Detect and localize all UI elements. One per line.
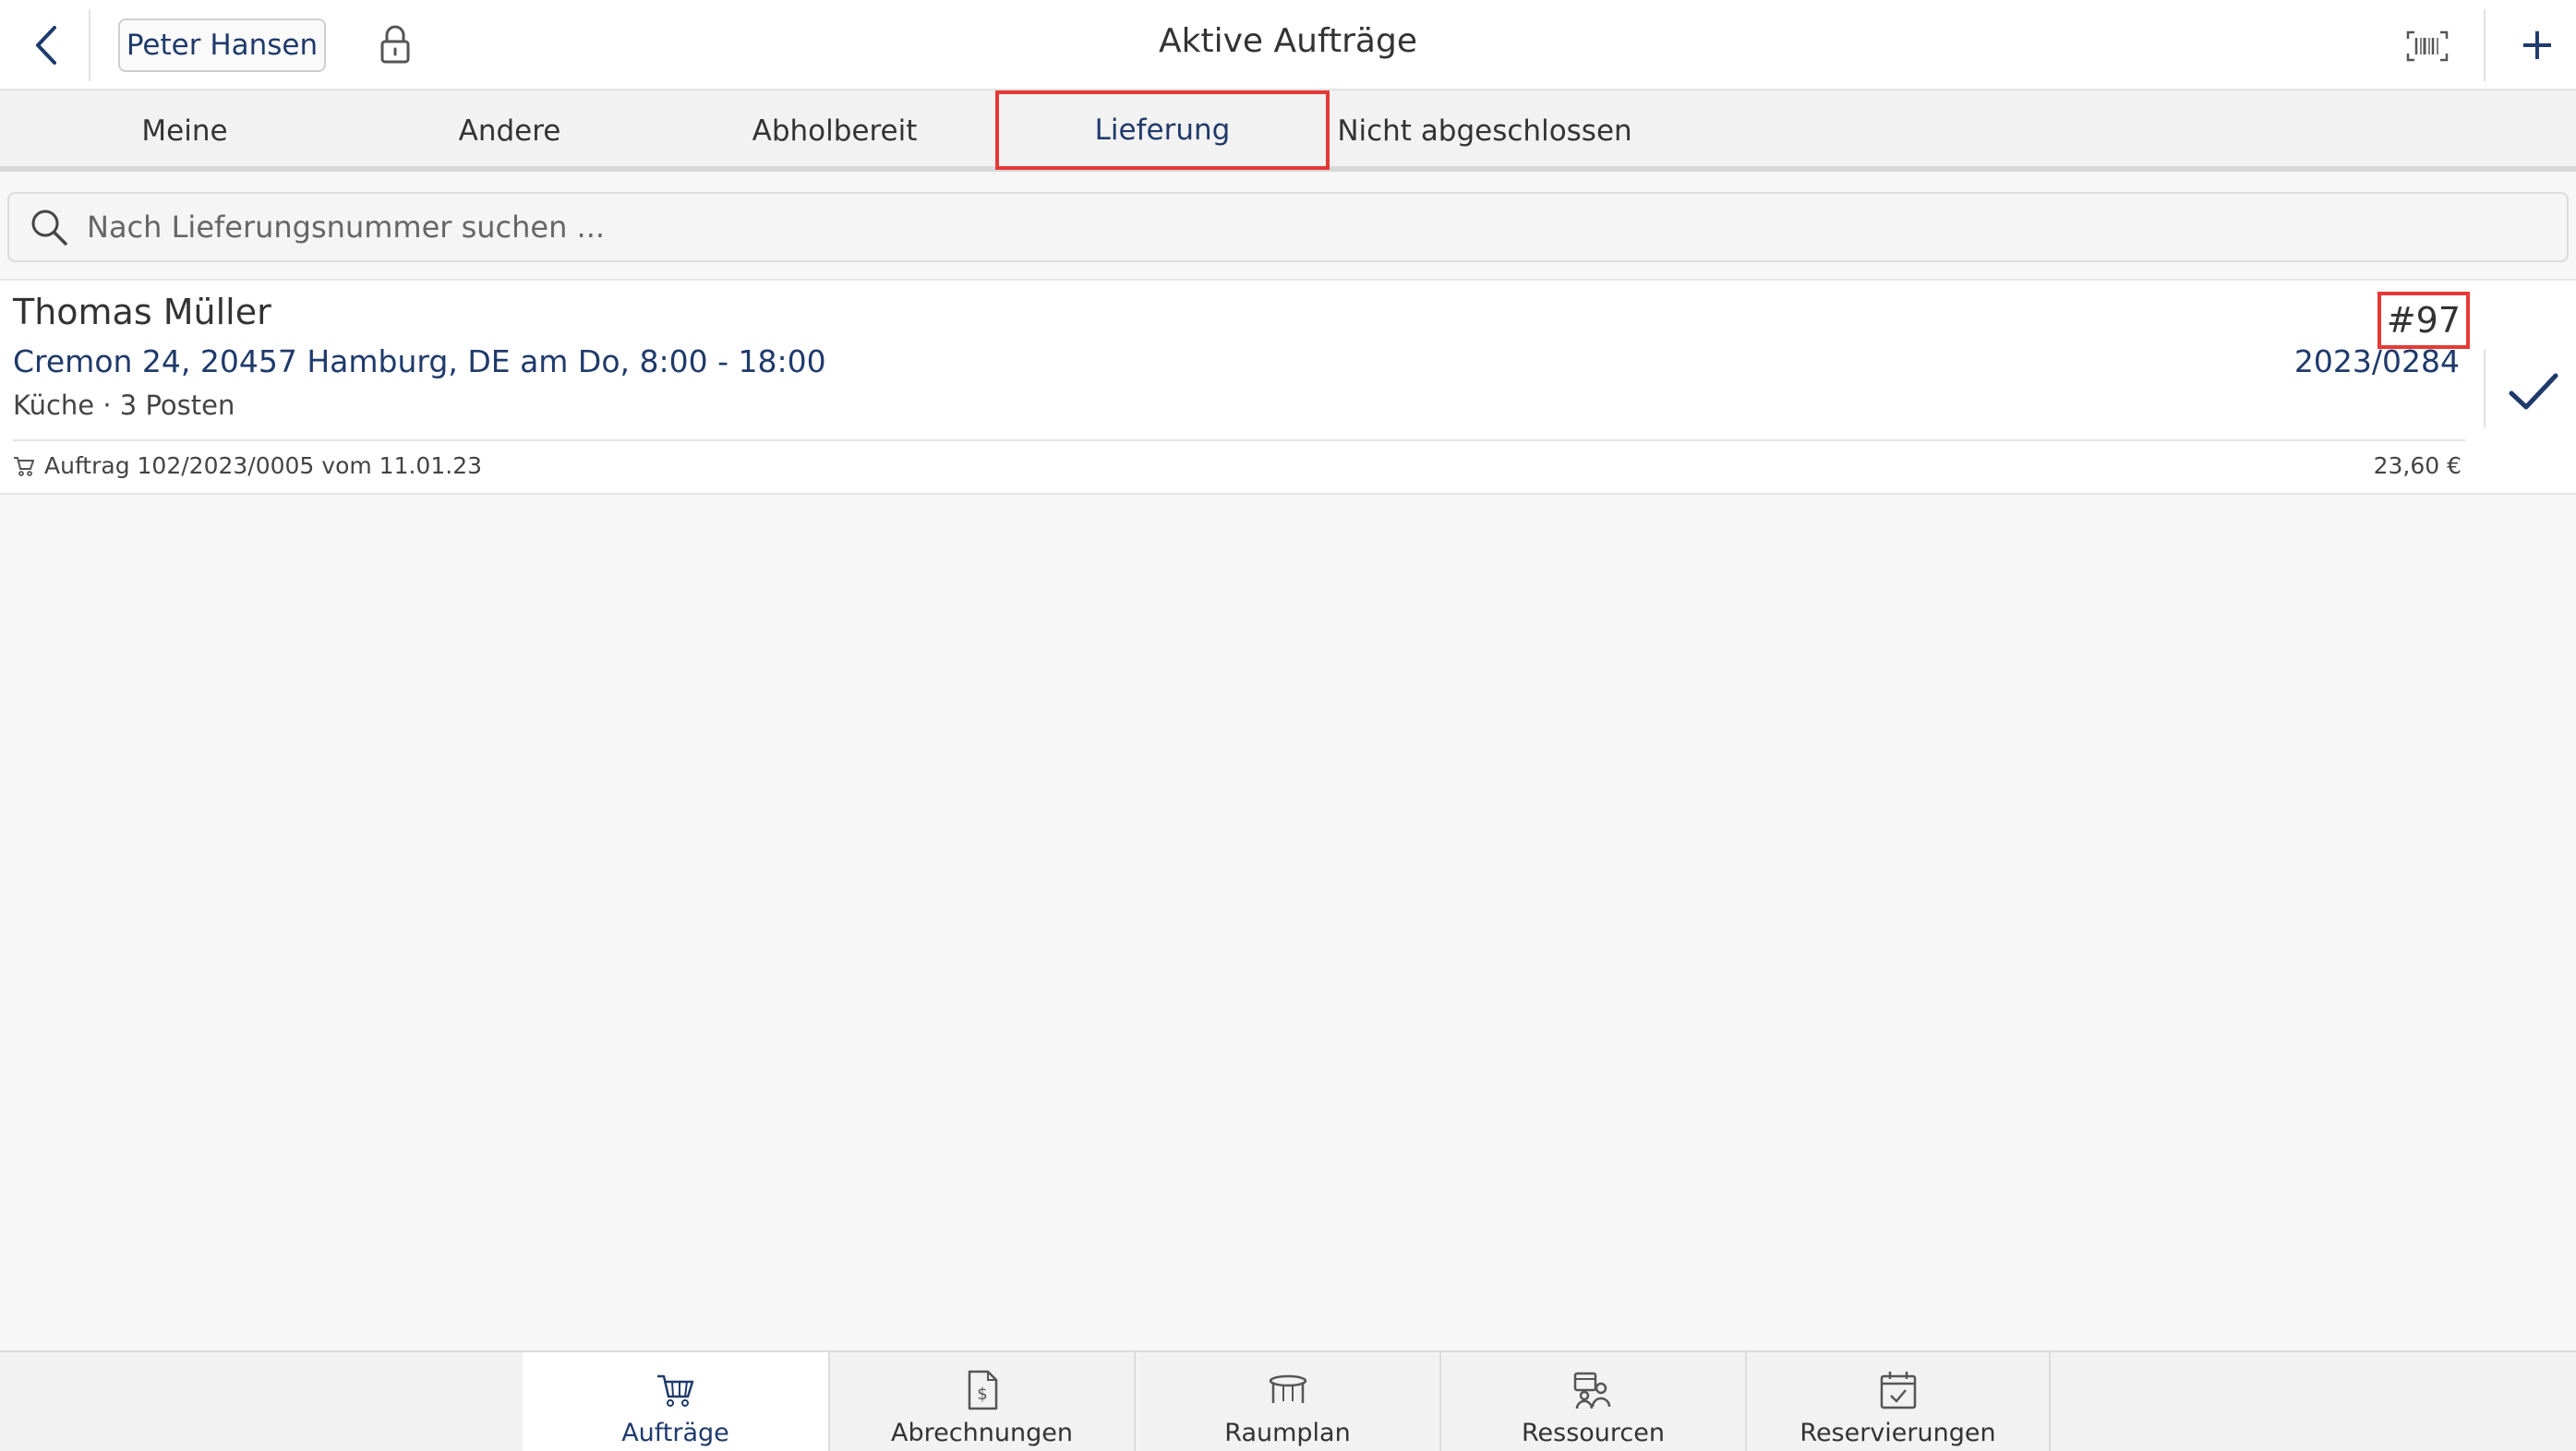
calendar-check-icon bbox=[1877, 1369, 1920, 1411]
tab-abholbereit[interactable]: Abholbereit bbox=[672, 90, 997, 172]
cart-icon bbox=[655, 1369, 697, 1411]
checkmark-icon bbox=[2509, 373, 2558, 410]
tab-meine[interactable]: Meine bbox=[22, 90, 347, 172]
barcode-scan-button[interactable] bbox=[2405, 26, 2450, 66]
search-icon bbox=[26, 204, 72, 250]
tab-bar: Meine Andere Abholbereit Lieferung Nicht… bbox=[0, 90, 2576, 172]
barcode-scanner-icon bbox=[2406, 30, 2449, 62]
delivery-address: Cremon 24, 20457 Hamburg, DE am Do, 8:00… bbox=[13, 343, 826, 379]
nav-label: Reservierungen bbox=[1800, 1419, 1996, 1447]
card-divider bbox=[2484, 350, 2486, 427]
nav-label: Ressourcen bbox=[1522, 1419, 1665, 1447]
order-tag-number: #97 bbox=[2377, 292, 2470, 349]
order-footer: Auftrag 102/2023/0005 vom 11.01.23 bbox=[13, 452, 482, 479]
nav-ressourcen[interactable]: Ressourcen bbox=[1439, 1352, 1745, 1451]
tab-nicht-abgeschlossen[interactable]: Nicht abgeschlossen bbox=[1322, 90, 1647, 172]
order-meta: Küche · 3 Posten bbox=[13, 390, 235, 421]
card-divider bbox=[13, 439, 2465, 441]
top-bar: Peter Hansen Aktive Aufträge + bbox=[0, 0, 2576, 90]
nav-label: Raumplan bbox=[1224, 1419, 1351, 1447]
resources-icon bbox=[1572, 1369, 1615, 1411]
search-input[interactable] bbox=[87, 210, 2487, 245]
invoice-icon: $ bbox=[961, 1369, 1004, 1411]
customer-name: Thomas Müller bbox=[13, 292, 271, 332]
add-button[interactable]: + bbox=[2511, 18, 2563, 70]
complete-order-button[interactable] bbox=[2504, 362, 2563, 421]
table-icon bbox=[1267, 1369, 1309, 1411]
nav-reservierungen[interactable]: Reservierungen bbox=[1745, 1352, 2051, 1451]
nav-auftraege[interactable]: Aufträge bbox=[523, 1352, 828, 1451]
tab-lieferung[interactable]: Lieferung bbox=[995, 90, 1330, 170]
nav-label: Aufträge bbox=[621, 1419, 729, 1447]
nav-abrechnungen[interactable]: $ Abrechnungen bbox=[828, 1352, 1134, 1451]
nav-label: Abrechnungen bbox=[891, 1419, 1073, 1447]
page-title: Aktive Aufträge bbox=[1159, 22, 1417, 60]
plus-icon: + bbox=[2518, 18, 2557, 70]
search-bar bbox=[7, 192, 2569, 262]
bottom-nav: Aufträge $ Abrechnungen Raumplan Ressour… bbox=[0, 1350, 2576, 1451]
nav-raumplan[interactable]: Raumplan bbox=[1134, 1352, 1439, 1451]
svg-text:$: $ bbox=[977, 1385, 987, 1404]
order-amount: 23,60 € bbox=[2373, 452, 2462, 479]
order-number: 2023/0284 bbox=[2293, 343, 2460, 379]
tab-andere[interactable]: Andere bbox=[347, 90, 672, 172]
order-reference: Auftrag 102/2023/0005 vom 11.01.23 bbox=[44, 452, 482, 479]
order-card[interactable]: Thomas Müller Cremon 24, 20457 Hamburg, … bbox=[0, 279, 2576, 495]
cart-icon bbox=[13, 454, 37, 478]
app-root: Peter Hansen Aktive Aufträge + Meine And… bbox=[0, 0, 2576, 1451]
header-divider bbox=[2484, 9, 2486, 81]
